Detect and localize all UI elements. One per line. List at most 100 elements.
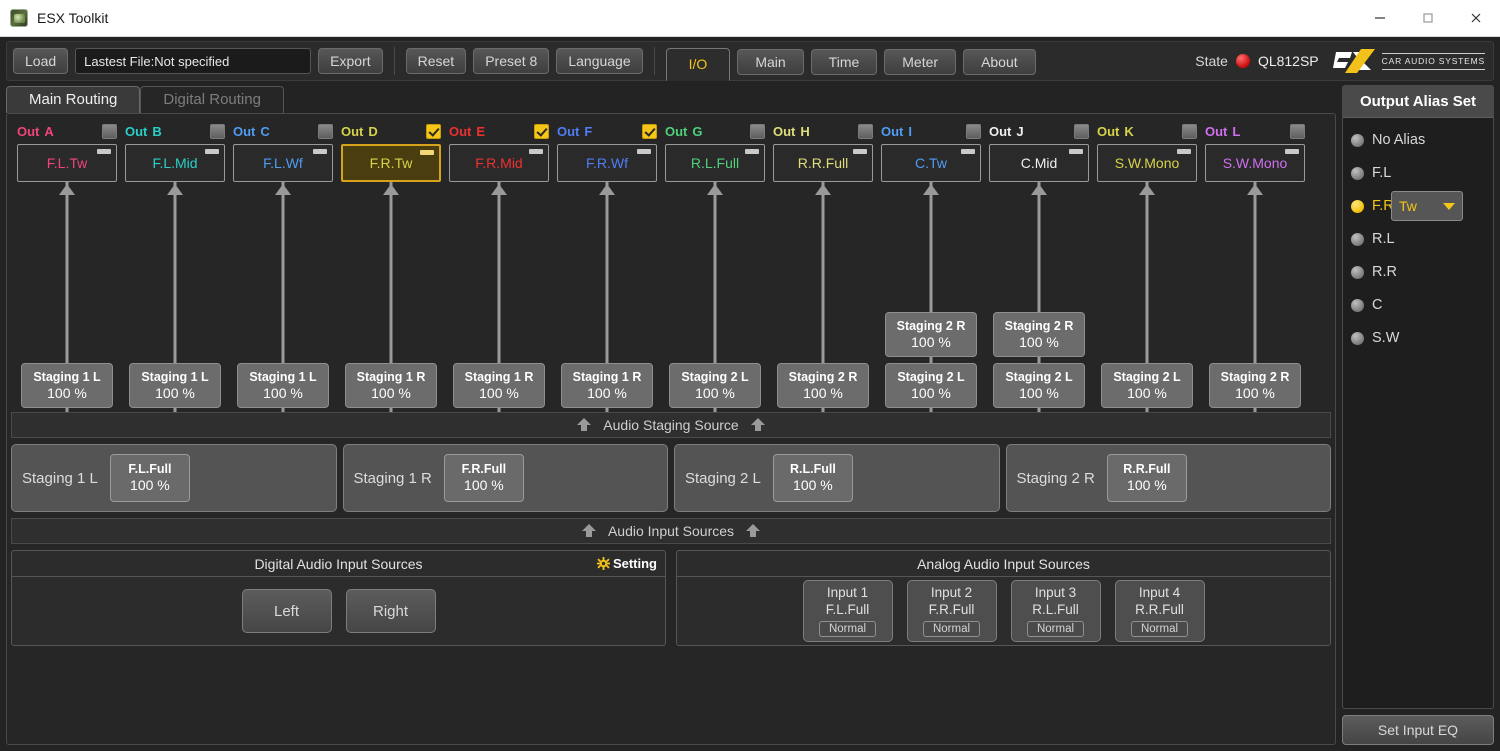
staging-source-chip[interactable]: F.L.Full100 % — [110, 454, 190, 502]
last-file-field[interactable]: Lastest File:Not specified — [75, 48, 311, 74]
tab-main[interactable]: Main — [737, 49, 803, 75]
output-name-box[interactable]: C.Tw — [881, 144, 981, 182]
analog-input-card[interactable]: Input 4R.R.FullNormal — [1115, 580, 1205, 642]
channel-checkbox[interactable] — [1182, 124, 1197, 139]
preset-button[interactable]: Preset 8 — [473, 48, 549, 74]
analog-input-card[interactable]: Input 2F.R.FullNormal — [907, 580, 997, 642]
export-button[interactable]: Export — [318, 48, 382, 74]
alias-radio[interactable] — [1351, 266, 1364, 279]
close-icon[interactable] — [1452, 0, 1500, 36]
set-input-eq-button[interactable]: Set Input EQ — [1342, 715, 1494, 745]
alias-radio[interactable] — [1351, 134, 1364, 147]
staging-box[interactable]: Staging 2 R100 % — [885, 312, 977, 357]
alias-radio[interactable] — [1351, 200, 1364, 213]
minimize-icon[interactable] — [1356, 0, 1404, 36]
reset-button[interactable]: Reset — [406, 48, 467, 74]
audio-input-sources-label: Audio Input Sources — [608, 523, 734, 539]
output-name-box[interactable]: F.R.Tw — [341, 144, 441, 182]
box-tag-icon — [529, 149, 543, 154]
staging-box[interactable]: Staging 1 R100 % — [345, 363, 437, 408]
load-button[interactable]: Load — [13, 48, 68, 74]
alias-label: F.L — [1372, 165, 1391, 181]
staging-stack: Staging 1 L100 % — [237, 363, 329, 408]
output-name-box[interactable]: S.W.Mono — [1205, 144, 1305, 182]
alias-item-r-r[interactable]: R.R — [1351, 262, 1493, 282]
channel-checkbox[interactable] — [534, 124, 549, 139]
staging-box[interactable]: Staging 2 R100 % — [777, 363, 869, 408]
language-button[interactable]: Language — [556, 48, 642, 74]
alias-radio[interactable] — [1351, 299, 1364, 312]
channel-checkbox[interactable] — [102, 124, 117, 139]
staging-source-label: Staging 1 L — [22, 470, 98, 487]
channel-checkbox[interactable] — [966, 124, 981, 139]
staging-name: Staging 1 R — [465, 370, 534, 385]
output-name-box[interactable]: F.L.Tw — [17, 144, 117, 182]
staging-box[interactable]: Staging 1 R100 % — [453, 363, 545, 408]
channel-checkbox[interactable] — [858, 124, 873, 139]
analog-input-mode-pill[interactable]: Normal — [1027, 621, 1084, 637]
subtab-main-routing[interactable]: Main Routing — [6, 86, 140, 113]
subtab-digital-routing[interactable]: Digital Routing — [140, 86, 284, 113]
staging-source-chip[interactable]: R.L.Full100 % — [773, 454, 853, 502]
staging-box[interactable]: Staging 1 L100 % — [129, 363, 221, 408]
staging-box[interactable]: Staging 2 L100 % — [885, 363, 977, 408]
staging-box[interactable]: Staging 2 R100 % — [1209, 363, 1301, 408]
analog-input-mode-pill[interactable]: Normal — [1131, 621, 1188, 637]
channel-checkbox[interactable] — [210, 124, 225, 139]
staging-source-slot[interactable]: Staging 1 RF.R.Full100 % — [343, 444, 669, 512]
alias-item-f-r[interactable]: F.RTw — [1351, 196, 1493, 216]
alias-item-f-l[interactable]: F.L — [1351, 163, 1493, 183]
analog-input-mode-pill[interactable]: Normal — [819, 621, 876, 637]
staging-source-slot[interactable]: Staging 2 RR.R.Full100 % — [1006, 444, 1332, 512]
staging-box[interactable]: Staging 1 L100 % — [21, 363, 113, 408]
alias-radio[interactable] — [1351, 167, 1364, 180]
digital-setting-button[interactable]: Setting — [597, 556, 657, 571]
output-name-box[interactable]: C.Mid — [989, 144, 1089, 182]
staging-stack: Staging 1 L100 % — [129, 363, 221, 408]
channel-checkbox[interactable] — [1290, 124, 1305, 139]
channel-checkbox[interactable] — [318, 124, 333, 139]
analog-input-mode-pill[interactable]: Normal — [923, 621, 980, 637]
analog-input-card[interactable]: Input 3R.L.FullNormal — [1011, 580, 1101, 642]
digital-input-right-button[interactable]: Right — [346, 589, 436, 633]
tab-meter[interactable]: Meter — [884, 49, 956, 75]
staging-source-chip[interactable]: R.R.Full100 % — [1107, 454, 1187, 502]
output-name-box[interactable]: F.R.Wf — [557, 144, 657, 182]
output-name-box[interactable]: S.W.Mono — [1097, 144, 1197, 182]
output-name-box[interactable]: F.L.Mid — [125, 144, 225, 182]
staging-box[interactable]: Staging 2 L100 % — [669, 363, 761, 408]
tab-i-o[interactable]: I/O — [666, 48, 731, 81]
staging-box[interactable]: Staging 2 L100 % — [993, 363, 1085, 408]
channel-checkbox[interactable] — [1074, 124, 1089, 139]
alias-radio[interactable] — [1351, 233, 1364, 246]
channel-checkbox[interactable] — [750, 124, 765, 139]
device-model: QL812SP — [1258, 53, 1319, 69]
tab-about[interactable]: About — [963, 49, 1036, 75]
staging-box[interactable]: Staging 2 R100 % — [993, 312, 1085, 357]
staging-source-chip[interactable]: F.R.Full100 % — [444, 454, 524, 502]
output-name-box[interactable]: F.L.Wf — [233, 144, 333, 182]
output-name-box[interactable]: R.R.Full — [773, 144, 873, 182]
out-letter: I — [908, 124, 912, 139]
output-name-box[interactable]: F.R.Mid — [449, 144, 549, 182]
alias-item-r-l[interactable]: R.L — [1351, 229, 1493, 249]
alias-item-c[interactable]: C — [1351, 295, 1493, 315]
staging-source-slot[interactable]: Staging 1 L F.L.Full100 % — [11, 444, 337, 512]
analog-input-card[interactable]: Input 1F.L.FullNormal — [803, 580, 893, 642]
maximize-icon[interactable] — [1404, 0, 1452, 36]
staging-source-slot[interactable]: Staging 2 LR.L.Full100 % — [674, 444, 1000, 512]
tab-time[interactable]: Time — [811, 49, 878, 75]
signal-arrow: Staging 1 L100 % — [121, 182, 229, 412]
alias-item-s-w[interactable]: S.W — [1351, 328, 1493, 348]
out-word: Out — [233, 124, 255, 139]
staging-box[interactable]: Staging 2 L100 % — [1101, 363, 1193, 408]
alias-dropdown[interactable]: Tw — [1391, 191, 1463, 221]
alias-radio[interactable] — [1351, 332, 1364, 345]
staging-box[interactable]: Staging 1 L100 % — [237, 363, 329, 408]
channel-checkbox[interactable] — [642, 124, 657, 139]
staging-box[interactable]: Staging 1 R100 % — [561, 363, 653, 408]
digital-input-left-button[interactable]: Left — [242, 589, 332, 633]
output-name-box[interactable]: R.L.Full — [665, 144, 765, 182]
alias-item-no-alias[interactable]: No Alias — [1351, 130, 1493, 150]
channel-checkbox[interactable] — [426, 124, 441, 139]
